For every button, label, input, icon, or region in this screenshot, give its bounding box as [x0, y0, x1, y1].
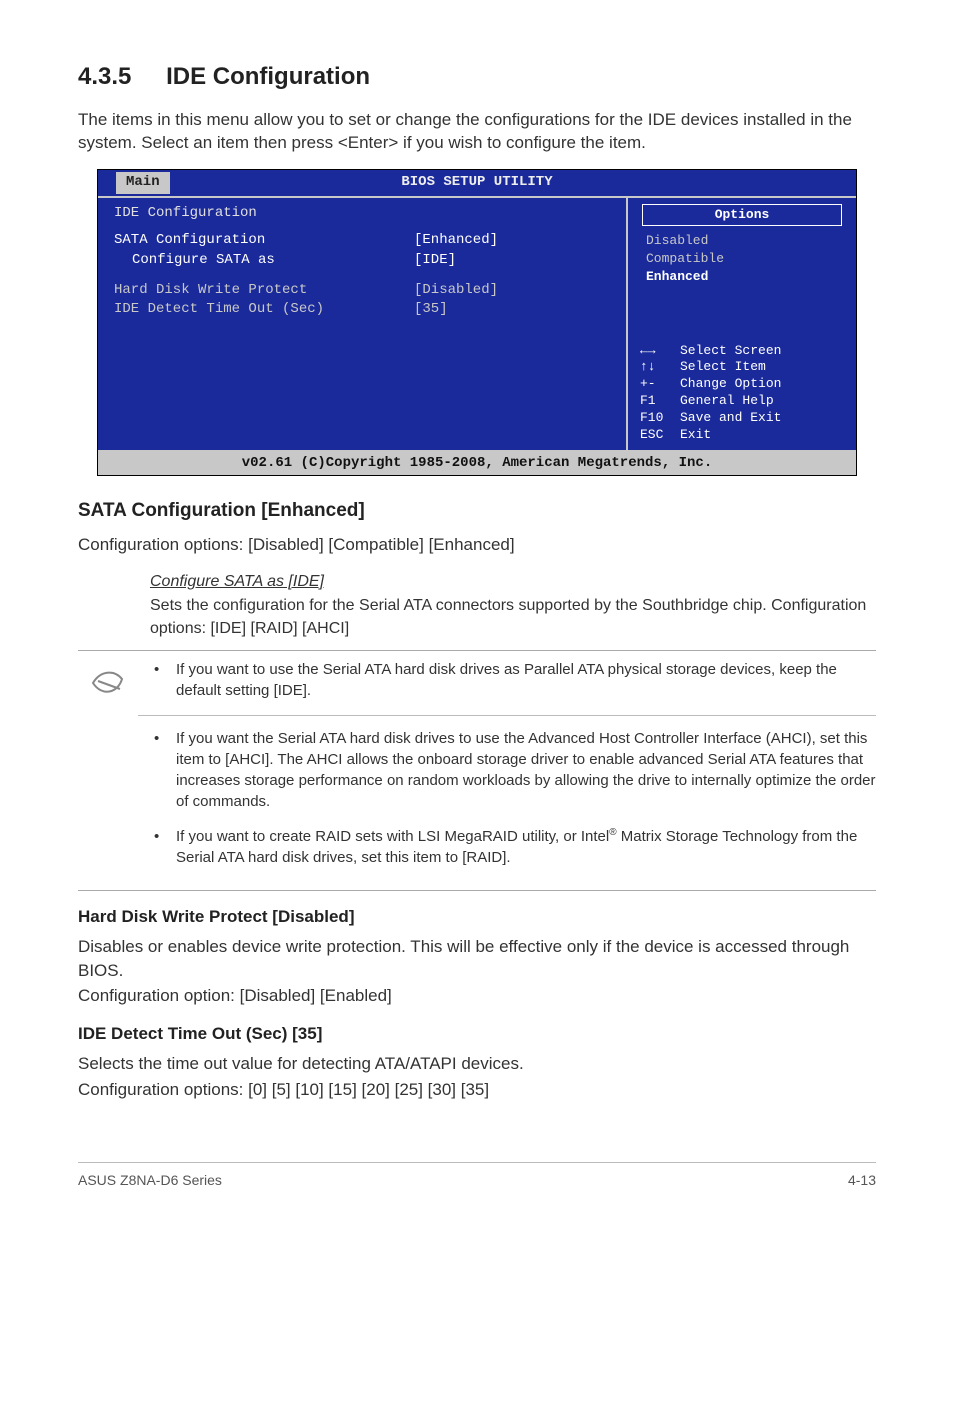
bios-title: BIOS SETUP UTILITY: [401, 174, 552, 190]
note-item: If you want the Serial ATA hard disk dri…: [154, 728, 876, 812]
note-box: If you want to use the Serial ATA hard d…: [78, 650, 876, 891]
footer-right: 4-13: [848, 1171, 876, 1191]
bios-help-desc: Exit: [680, 427, 711, 442]
bios-option: Disabled: [636, 232, 848, 250]
hdwp-heading: Hard Disk Write Protect [Disabled]: [78, 905, 876, 929]
note-item-text-a: If you want to create RAID sets with LSI…: [176, 828, 609, 845]
bios-help-desc: Select Screen: [680, 343, 781, 358]
bios-help-key: F10: [640, 410, 680, 427]
bios-left-title: IDE Configuration: [114, 204, 610, 224]
note-item: If you want to use the Serial ATA hard d…: [154, 659, 876, 701]
bios-help-key: +-: [640, 376, 680, 393]
bios-right-panel: Options Disabled Compatible Enhanced ←→S…: [626, 198, 856, 450]
footer-left: ASUS Z8NA-D6 Series: [78, 1171, 222, 1191]
bios-screenshot: Main BIOS SETUP UTILITY IDE Configuratio…: [97, 169, 857, 476]
bios-row-value: [Disabled]: [414, 281, 498, 301]
bios-help-desc: Save and Exit: [680, 410, 781, 425]
sata-config-options: Configuration options: [Disabled] [Compa…: [78, 533, 876, 557]
bios-footer: v02.61 (C)Copyright 1985-2008, American …: [98, 450, 856, 476]
bios-row-value: [IDE]: [414, 251, 456, 271]
bios-options-header: Options: [642, 204, 842, 226]
sata-config-heading: SATA Configuration [Enhanced]: [78, 498, 876, 525]
bios-row-label: SATA Configuration: [114, 231, 414, 251]
bios-row-label: IDE Detect Time Out (Sec): [114, 300, 414, 320]
hdwp-body: Disables or enables device write protect…: [78, 935, 876, 983]
ide-timeout-heading: IDE Detect Time Out (Sec) [35]: [78, 1022, 876, 1046]
section-title: IDE Configuration: [166, 63, 370, 90]
registered-mark: ®: [609, 827, 616, 838]
configure-sata-title: Configure SATA as [IDE]: [150, 571, 876, 593]
intro-paragraph: The items in this menu allow you to set …: [78, 108, 876, 156]
hdwp-options: Configuration option: [Disabled] [Enable…: [78, 984, 876, 1008]
bios-titlebar: Main BIOS SETUP UTILITY: [98, 170, 856, 196]
bios-help-desc: General Help: [680, 393, 774, 408]
note-icon: [78, 659, 138, 882]
bios-option-selected: Enhanced: [636, 268, 848, 286]
note-list: If you want to use the Serial ATA hard d…: [138, 659, 876, 882]
configure-sata-block: Configure SATA as [IDE] Sets the configu…: [150, 571, 876, 640]
bios-left-panel: IDE Configuration SATA Configuration [En…: [98, 198, 626, 450]
bios-help-key: ↑↓: [640, 359, 680, 376]
bios-option: Compatible: [636, 250, 848, 268]
bios-help-key: F1: [640, 393, 680, 410]
bios-help-key: ←→: [640, 343, 680, 360]
bios-help-desc: Change Option: [680, 376, 781, 391]
bios-help-key: ESC: [640, 427, 680, 444]
section-heading: 4.3.5 IDE Configuration: [78, 60, 876, 94]
bios-row-value: [35]: [414, 300, 448, 320]
ide-timeout-options: Configuration options: [0] [5] [10] [15]…: [78, 1078, 876, 1102]
bios-help-legend: ←→Select Screen ↑↓Select Item +-Change O…: [636, 343, 848, 444]
bios-tab-main: Main: [116, 172, 170, 194]
bios-row-label: Hard Disk Write Protect: [114, 281, 414, 301]
page-footer: ASUS Z8NA-D6 Series 4-13: [78, 1162, 876, 1191]
section-number: 4.3.5: [78, 60, 131, 94]
ide-timeout-body: Selects the time out value for detecting…: [78, 1052, 876, 1076]
bios-help-desc: Select Item: [680, 359, 766, 374]
bios-row-label: Configure SATA as: [114, 251, 414, 271]
note-item: If you want to create RAID sets with LSI…: [154, 826, 876, 868]
bios-row-value: [Enhanced]: [414, 231, 498, 251]
configure-sata-body: Sets the configuration for the Serial AT…: [150, 597, 866, 636]
